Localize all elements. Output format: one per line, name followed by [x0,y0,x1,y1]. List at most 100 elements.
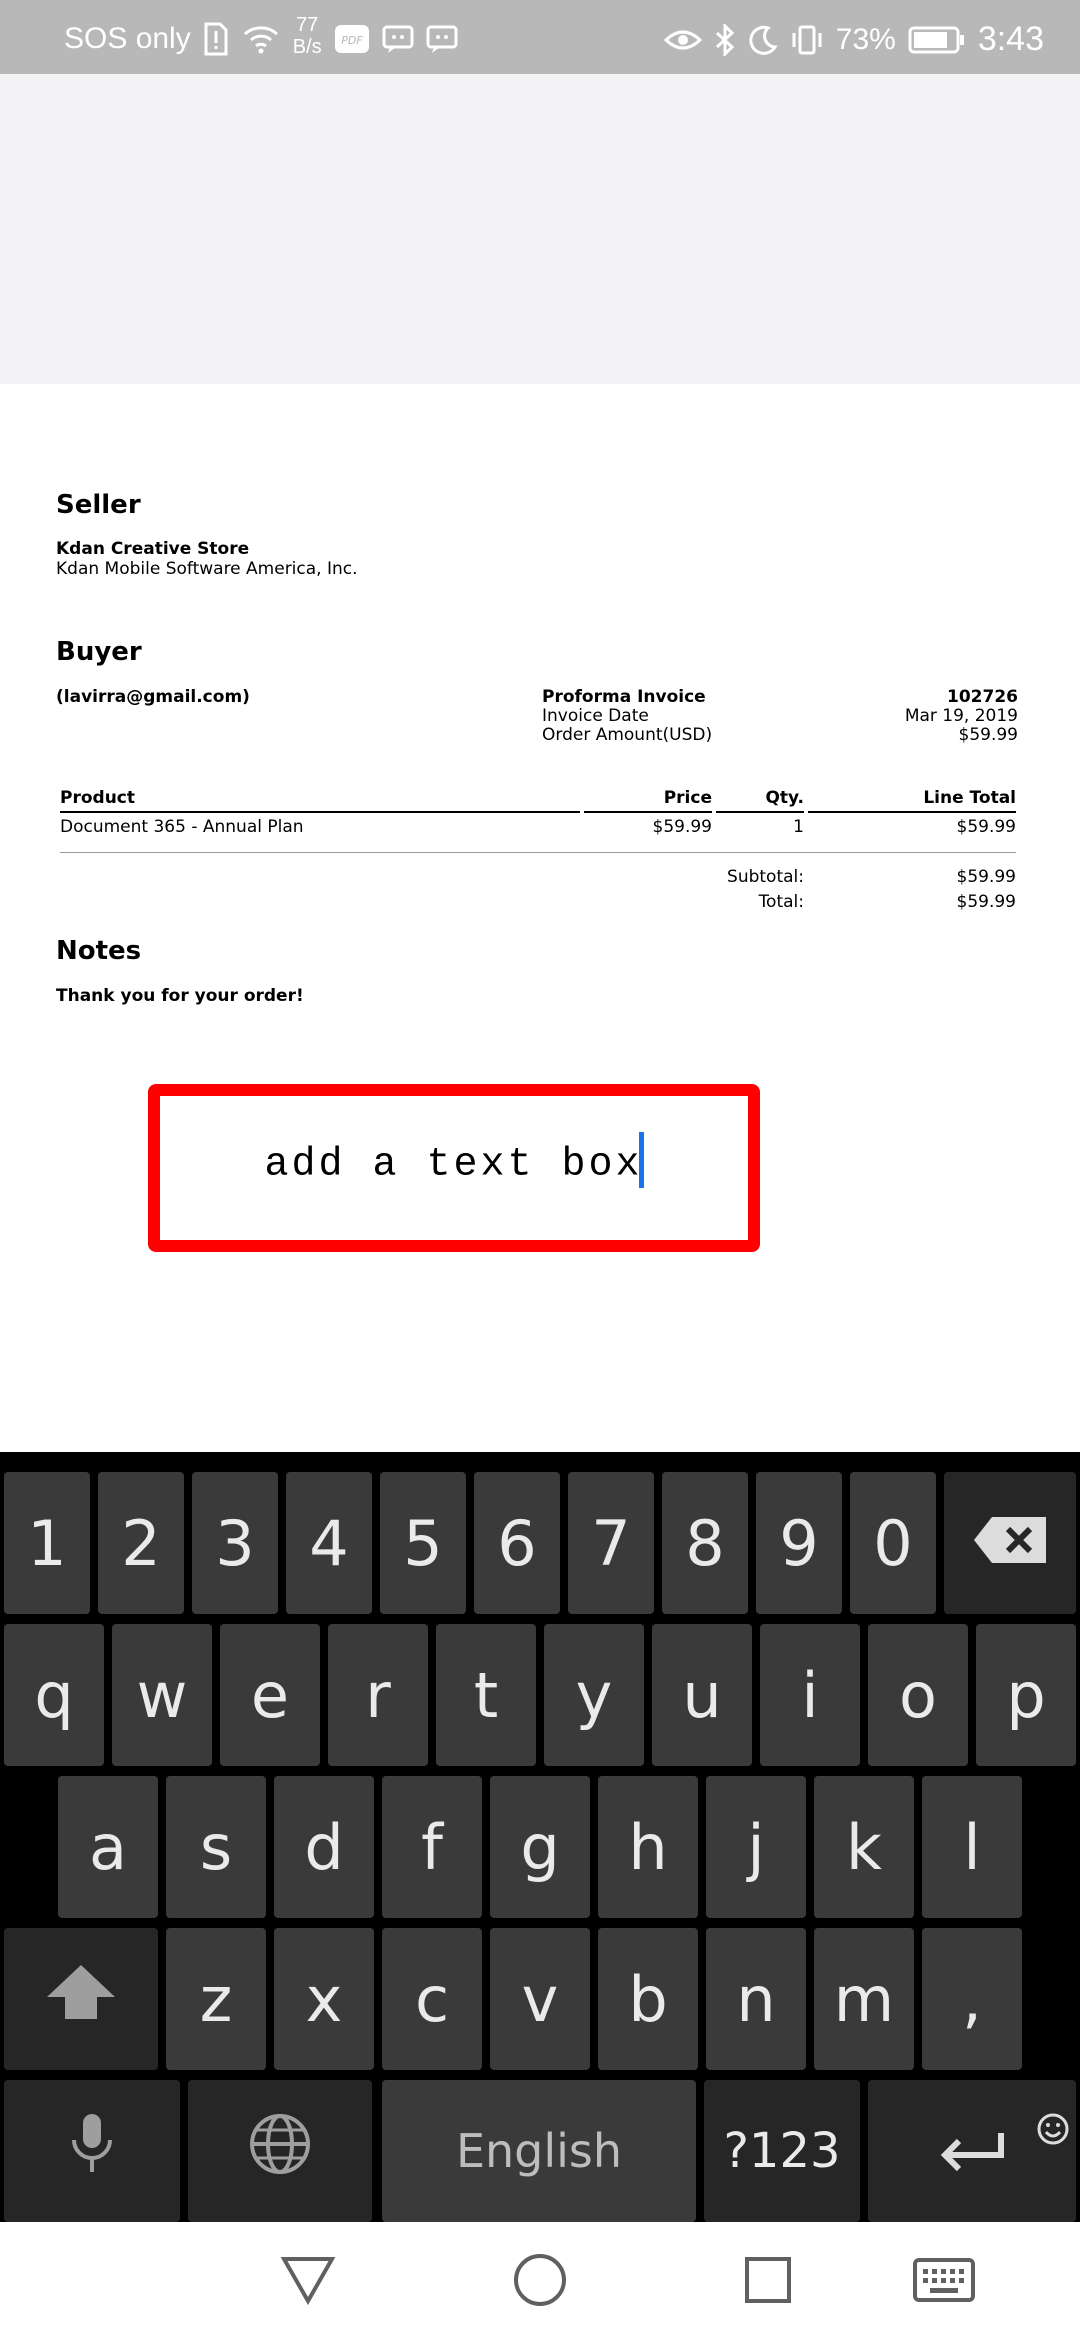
table-header-rule [60,811,580,813]
enter-key[interactable] [868,2080,1076,2222]
table-row-product: Document 365 - Annual Plan [60,817,304,837]
table-header-rule [716,811,804,813]
buyer-email: (lavirra@gmail.com) [56,687,250,707]
key-z[interactable]: z [166,1928,266,2070]
key-j[interactable]: j [706,1776,806,1918]
invoice-date: Mar 19, 2019 [904,706,1018,726]
status-bar: SOS only 77 B/s PDF 73% 3:43 [0,0,1080,74]
key-k[interactable]: k [814,1776,914,1918]
pdf-app-icon: PDF [334,24,370,54]
wifi-icon [241,24,281,54]
toolbar-area [0,74,1080,384]
invoice-date-label: Invoice Date [542,706,649,726]
table-header-qty: Qty. [765,788,804,808]
invoice-label: Proforma Invoice [542,687,706,707]
back-triangle-icon [280,2255,336,2309]
subtotal-value: $59.99 [956,867,1016,887]
key-6[interactable]: 6 [474,1472,560,1614]
message-icon [382,24,414,54]
key-b[interactable]: b [598,1928,698,2070]
carrier-text: SOS only [64,22,191,55]
seller-name: Kdan Creative Store [56,539,250,559]
key-p[interactable]: p [976,1624,1076,1766]
key-comma[interactable]: , [922,1928,1022,2070]
symbols-key[interactable]: ?123 [704,2080,860,2222]
table-row-qty: 1 [793,817,804,837]
buyer-heading: Buyer [56,637,142,667]
table-header-rule [584,811,712,813]
key-n[interactable]: n [706,1928,806,2070]
recents-square-icon [744,2256,792,2308]
back-button[interactable] [278,2252,338,2312]
key-5[interactable]: 5 [380,1472,466,1614]
key-e[interactable]: e [220,1624,320,1766]
key-3[interactable]: 3 [192,1472,278,1614]
backspace-icon [972,1507,1048,1580]
network-speed-unit: B/s [292,36,322,58]
seller-company: Kdan Mobile Software America, Inc. [56,559,358,579]
key-t[interactable]: t [436,1624,536,1766]
key-0[interactable]: 0 [850,1472,936,1614]
key-r[interactable]: r [328,1624,428,1766]
key-8[interactable]: 8 [662,1472,748,1614]
home-button[interactable] [510,2252,570,2312]
emoji-icon[interactable] [1036,2088,1070,2161]
table-row-price: $59.99 [652,817,712,837]
key-x[interactable]: x [274,1928,374,2070]
text-box-content[interactable]: add a text box [160,1132,748,1188]
key-v[interactable]: v [490,1928,590,2070]
battery-percent: 73% [835,22,896,56]
key-a[interactable]: a [58,1776,158,1918]
key-1[interactable]: 1 [4,1472,90,1614]
text-cursor [638,1132,644,1188]
soft-keyboard: 1 2 3 4 5 6 7 8 9 0 q w e r t y u i o p … [0,1452,1080,2222]
eye-comfort-icon [663,26,702,54]
voice-input-key[interactable] [4,2080,180,2222]
pdf-page[interactable]: Seller Kdan Creative Store Kdan Mobile S… [0,384,1080,1452]
key-2[interactable]: 2 [98,1472,184,1614]
navigation-bar [0,2222,1080,2340]
key-i[interactable]: i [760,1624,860,1766]
microphone-icon [70,2112,114,2191]
text-box-value[interactable]: add a text box [264,1143,642,1188]
network-speed-value: 77 [296,14,319,36]
key-d[interactable]: d [274,1776,374,1918]
text-box-annotation[interactable]: add a text box [148,1084,760,1252]
key-o[interactable]: o [868,1624,968,1766]
key-c[interactable]: c [382,1928,482,2070]
table-header-line-total: Line Total [923,788,1016,808]
key-f[interactable]: f [382,1776,482,1918]
key-y[interactable]: y [544,1624,644,1766]
do-not-disturb-moon-icon [748,25,778,55]
sim-alert-icon [203,22,229,56]
total-value: $59.99 [956,892,1016,912]
key-s[interactable]: s [166,1776,266,1918]
key-u[interactable]: u [652,1624,752,1766]
key-h[interactable]: h [598,1776,698,1918]
shift-key[interactable] [4,1928,158,2070]
message-icon-2 [426,24,458,54]
status-left: SOS only 77 B/s PDF [64,14,458,58]
keyboard-switch-button[interactable] [912,2252,976,2312]
home-circle-icon [513,2253,567,2311]
notes-heading: Notes [56,936,142,966]
battery-icon [908,26,966,54]
key-m[interactable]: m [814,1928,914,2070]
key-9[interactable]: 9 [756,1472,842,1614]
space-key[interactable]: English [382,2080,696,2222]
key-q[interactable]: q [4,1624,104,1766]
key-7[interactable]: 7 [568,1472,654,1614]
bluetooth-icon [714,23,736,56]
clock: 3:43 [977,20,1044,58]
seller-heading: Seller [56,490,141,520]
vibrate-icon [790,25,824,55]
status-right: 73% 3:43 [663,20,1044,59]
table-header-price: Price [663,788,712,808]
language-key[interactable] [188,2080,372,2222]
key-l[interactable]: l [922,1776,1022,1918]
backspace-key[interactable] [944,1472,1076,1614]
recents-button[interactable] [738,2252,798,2312]
key-g[interactable]: g [490,1776,590,1918]
key-w[interactable]: w [112,1624,212,1766]
key-4[interactable]: 4 [286,1472,372,1614]
